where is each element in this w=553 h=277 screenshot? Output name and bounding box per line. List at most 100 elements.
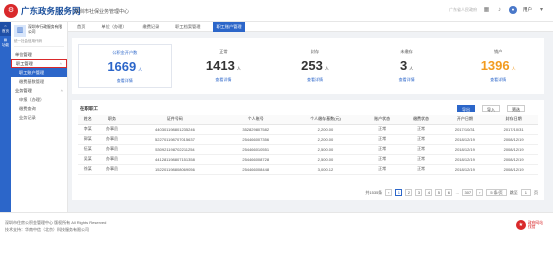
table-cell: 352829807582 — [223, 124, 289, 135]
rail-item-label: 功能 — [1, 43, 10, 47]
column-header[interactable]: 账户状态 — [362, 115, 402, 125]
table-cell: 2018/12/19 — [440, 144, 490, 155]
table-cell: 2,500.00 — [288, 144, 363, 155]
sidebar-item-contribution-base[interactable]: 缴费基数管理 — [11, 77, 67, 86]
table-cell: 徐某 — [78, 164, 98, 175]
column-header[interactable]: 个人账号 — [223, 115, 289, 125]
org-info: ▥ 深圳市行政服务有限公司 — [14, 25, 64, 37]
sidebar-item-label: 申报（办理） — [19, 97, 45, 102]
tab-home[interactable]: 首页 — [74, 22, 88, 32]
import-button[interactable]: 导入 — [482, 105, 500, 112]
tab-staff-accounts[interactable]: 职工账户管理 — [213, 21, 245, 32]
tab-unit-apply[interactable]: 单位（办理） — [98, 22, 129, 32]
column-header[interactable]: 职务 — [97, 115, 127, 125]
table-cell: 正常 — [362, 164, 402, 175]
prev-page-button[interactable]: ‹ — [385, 189, 393, 196]
avatar[interactable]: ● — [509, 6, 517, 14]
table-row[interactable]: 徐某 办事员 152201198808069056 254466008448 3… — [78, 164, 538, 175]
table-cell: 2018/12/19 — [440, 154, 490, 165]
building-icon: ▥ — [14, 25, 26, 37]
table-header-row: 姓名 职务 证件号码 个人账号 个人缴存基数(元) 账户状态 缴费状态 开户日期… — [78, 115, 538, 125]
goto-page-input[interactable]: 1 — [520, 189, 531, 196]
stat-detail-link[interactable]: 查看详情 — [79, 78, 171, 84]
stat-value: 3人 — [399, 58, 414, 73]
page-3[interactable]: 3 — [415, 189, 423, 196]
sidebar-item-unit-management[interactable]: 单位管理 — [11, 50, 67, 59]
page-1[interactable]: 1 — [395, 189, 403, 196]
gov-site-badge[interactable]: ★ 政府网站 找错 — [515, 220, 543, 230]
column-header[interactable]: 姓名 — [78, 115, 98, 125]
table-cell: 正常 — [401, 144, 441, 155]
table-cell: 2,200.00 — [288, 134, 363, 145]
center-name: 深圳市社保业务管理中心 — [74, 9, 130, 15]
stat-detail-link[interactable]: 查看详情 — [361, 77, 453, 83]
column-header[interactable]: 个人缴存基数(元) — [288, 115, 363, 125]
page-2[interactable]: 2 — [405, 189, 413, 196]
table-cell: 正常 — [362, 144, 402, 155]
footer-support: 技术支持：华南中信（北京）科技服务有限公司 — [5, 227, 89, 232]
stat-detail-link[interactable]: 查看详情 — [269, 77, 361, 83]
table-row[interactable]: 李某 办事员 440301198801235246 352829807582 2… — [78, 124, 538, 135]
gov-logo-icon: ⚙ — [4, 4, 18, 18]
sidebar-item-payment-query[interactable]: 缴费查询 — [11, 104, 67, 113]
stat-label: 未缴存 — [400, 49, 413, 54]
top-right-tools: 广东省人民政府 ▦ ♪ ● 用户 ▾ — [449, 6, 545, 14]
stat-detail-link[interactable]: 查看详情 — [452, 77, 544, 83]
org-name: 深圳市行政服务有限公司 — [28, 25, 63, 34]
table-cell: 2008/12/19 — [489, 144, 538, 155]
column-header[interactable]: 开户日期 — [440, 115, 490, 125]
table-cell: 正常 — [362, 134, 402, 145]
page-4[interactable]: 4 — [425, 189, 433, 196]
next-page-button[interactable]: › — [476, 189, 484, 196]
column-header[interactable]: 证件号码 — [126, 115, 224, 125]
grid-icon[interactable]: ▦ — [483, 7, 490, 14]
sidebar-item-business-management[interactable]: 业务管理 ˄ — [11, 86, 67, 95]
table-cell: 254466008448 — [223, 164, 289, 175]
column-header[interactable]: 缴费状态 — [401, 115, 441, 125]
table-cell: 办事员 — [97, 154, 127, 165]
page-5[interactable]: 5 — [435, 189, 443, 196]
tab-staff-archive[interactable]: 职工档案管理 — [172, 22, 203, 32]
sidebar-item-label: 职工账户管理 — [19, 70, 45, 75]
table-cell: 152201198808069056 — [126, 164, 224, 175]
total-count: 共1535条 — [365, 189, 383, 195]
stat-detail-link[interactable]: 查看详情 — [178, 77, 270, 83]
bell-icon[interactable]: ♪ — [496, 7, 503, 14]
table-row[interactable]: 吴某 办事员 441281198807151358 254466008728 2… — [78, 154, 538, 165]
column-header[interactable]: 封存日期 — [489, 115, 538, 125]
tab-bar: 首页 单位（办理） 缴费记录 职工档案管理 职工账户管理 — [68, 21, 553, 32]
table-row[interactable]: 伍某 办事员 530921198702211254 254466010551 2… — [78, 144, 538, 155]
chevron-down-icon[interactable]: ▾ — [538, 7, 545, 14]
page-6[interactable]: 6 — [445, 189, 453, 196]
table-cell: 2,200.00 — [288, 124, 363, 135]
sidebar-item-apply[interactable]: 申报（办理） — [11, 95, 67, 104]
stat-label: 正常 — [219, 49, 228, 54]
rail-item-home[interactable]: ⌂ 首页 — [0, 22, 11, 36]
stat-value: 253 人 — [301, 58, 329, 73]
page-size-select[interactable]: 5 条/页 — [486, 189, 507, 196]
site-title[interactable]: 广东政务服务网 — [21, 5, 81, 17]
filter-button[interactable]: 筛选 — [507, 105, 525, 112]
table-cell: 254466007356 — [223, 134, 289, 145]
table-cell: 440301198801235246 — [126, 124, 224, 135]
user-name[interactable]: 用户 — [523, 7, 532, 13]
page-last[interactable]: 307 — [462, 189, 474, 196]
table-cell: 办事员 — [97, 134, 127, 145]
chevron-up-icon: ˄ — [60, 88, 63, 93]
stat-card-normal: 正常 1413 人 查看详情 — [178, 49, 270, 83]
stat-card-total: 公积金开户数 1669 人 查看详情 — [78, 44, 172, 88]
table-cell: 正常 — [401, 134, 441, 145]
sidebar-item-business-records[interactable]: 业务记录 — [11, 113, 67, 122]
table-cell: 办事员 — [97, 124, 127, 135]
pagination: 共1535条 ‹ 1 2 3 4 5 6 … 307 › 5 条/页 跳至 1 … — [365, 189, 538, 196]
sidebar-item-staff-accounts[interactable]: 职工账户管理 — [11, 68, 67, 77]
table-cell: 办事员 — [97, 164, 127, 175]
table-row[interactable]: 郭某 办事员 522701198707015637 254466007356 2… — [78, 134, 538, 145]
page-unit: 页 — [534, 189, 538, 195]
sidebar-item-staff-management[interactable]: 职工管理 ˄ — [11, 59, 67, 68]
stat-card-unpaid: 未缴存 3人 查看详情 — [361, 49, 453, 83]
rail-item-label: 首页 — [1, 29, 10, 33]
rail-item-functions[interactable]: ▤ 功能 — [0, 36, 11, 50]
export-button[interactable]: 导出 — [457, 105, 475, 112]
tab-payment-records[interactable]: 缴费记录 — [140, 22, 163, 32]
